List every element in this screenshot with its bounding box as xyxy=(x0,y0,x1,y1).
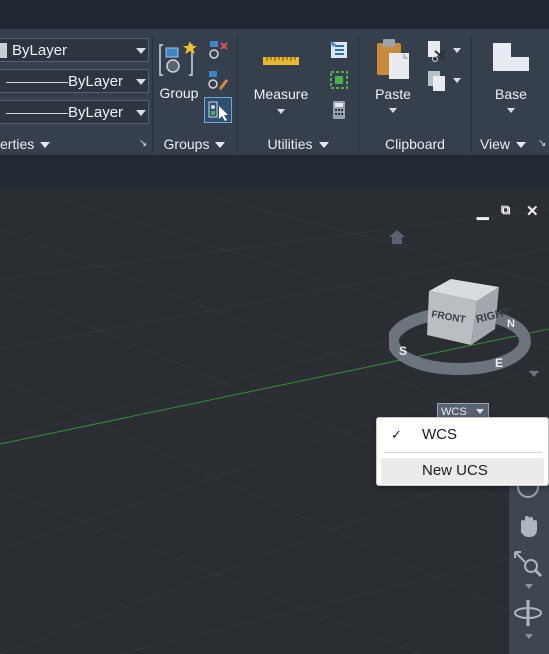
ucs-dropdown-menu: ✓ WCS New UCS xyxy=(376,417,549,486)
orbit-icon[interactable] xyxy=(511,596,545,630)
groups-panel: Group Groups xyxy=(153,29,236,155)
chevron-down-icon xyxy=(136,110,146,116)
chevron-down-icon xyxy=(507,108,515,113)
group-selection-toggle[interactable] xyxy=(204,97,232,123)
menu-item-wcs[interactable]: ✓ WCS xyxy=(381,422,544,448)
pan-icon[interactable] xyxy=(513,510,543,540)
menu-divider xyxy=(384,452,542,453)
navigation-bar xyxy=(509,474,549,654)
dialog-launcher-icon[interactable]: ↘ xyxy=(139,138,147,149)
cut-icon xyxy=(428,41,446,62)
base-label: Base xyxy=(495,86,527,102)
chevron-down-icon[interactable] xyxy=(525,634,533,639)
paste-label: Paste xyxy=(375,86,411,102)
select-all-button[interactable] xyxy=(328,69,350,91)
linetype-dropdown[interactable]: ByLayer xyxy=(0,69,149,93)
utilities-title-text: Utilities xyxy=(267,136,313,152)
group-button[interactable]: Group xyxy=(155,37,203,107)
group-label: Group xyxy=(159,85,199,101)
menu-item-label: WCS xyxy=(422,426,457,443)
base-view-icon xyxy=(493,43,529,71)
view-panel-title[interactable]: View xyxy=(472,133,534,155)
utilities-panel: Measure Utilities xyxy=(238,29,358,155)
paste-icon xyxy=(377,39,409,79)
home-icon[interactable] xyxy=(388,229,406,245)
clipboard-panel: Paste Clipboard xyxy=(359,29,471,155)
viewcube-menu-icon[interactable] xyxy=(527,369,541,379)
clipboard-panel-title[interactable]: Clipboard xyxy=(359,133,471,155)
properties-panel: ByLayer ByLayer ByLayer erties ↘ xyxy=(0,29,152,155)
copy-icon xyxy=(428,71,445,91)
copy-button[interactable] xyxy=(425,69,461,93)
calculator-button[interactable] xyxy=(328,99,350,121)
view-panel: Base View ↘ xyxy=(472,29,549,155)
list-icon xyxy=(330,41,347,58)
groups-panel-title[interactable]: Groups xyxy=(153,133,236,155)
ungroup-icon xyxy=(209,41,228,59)
utilities-panel-title[interactable]: Utilities xyxy=(238,133,358,155)
chevron-down-icon xyxy=(215,142,226,149)
paste-button[interactable]: Paste xyxy=(369,35,417,121)
lineweight-preview xyxy=(6,113,68,114)
close-button[interactable]: ✕ xyxy=(526,202,539,220)
clipboard-title-text: Clipboard xyxy=(385,136,445,152)
measure-icon xyxy=(263,57,299,65)
base-view-button[interactable]: Base xyxy=(484,39,538,121)
measure-label: Measure xyxy=(253,86,309,102)
color-dropdown[interactable]: ByLayer xyxy=(0,38,149,62)
restore-button[interactable]: ⧉ xyxy=(501,202,510,218)
select-all-icon xyxy=(330,71,348,89)
chevron-down-icon[interactable] xyxy=(525,584,533,589)
quick-properties-button[interactable] xyxy=(328,39,350,61)
groups-title-text: Groups xyxy=(163,136,210,152)
ungroup-button[interactable] xyxy=(207,39,229,61)
color-swatch xyxy=(0,43,7,58)
zoom-icon[interactable] xyxy=(511,548,545,578)
calculator-icon xyxy=(333,101,345,119)
chevron-down-icon xyxy=(476,409,484,414)
lineweight-dropdown[interactable]: ByLayer xyxy=(0,100,149,124)
group-icon xyxy=(159,41,197,76)
chevron-down-icon xyxy=(453,78,461,83)
chevron-down-icon xyxy=(453,48,461,53)
minimize-button[interactable]: ▁ xyxy=(477,202,489,220)
title-strip xyxy=(0,0,549,29)
chevron-down-icon xyxy=(277,109,285,114)
color-value: ByLayer xyxy=(12,42,68,59)
dialog-launcher-icon[interactable]: ↘ xyxy=(538,138,546,149)
chevron-down-icon xyxy=(136,79,146,85)
chevron-down-icon xyxy=(389,108,397,113)
linetype-preview xyxy=(6,82,68,83)
chevron-down-icon xyxy=(136,48,146,54)
group-selection-icon xyxy=(208,101,228,121)
viewcube[interactable]: FRONT RIGHT S E N xyxy=(389,273,549,393)
linetype-value: ByLayer xyxy=(68,73,124,90)
properties-title-text: erties xyxy=(0,136,35,152)
properties-panel-title[interactable]: erties xyxy=(0,133,52,155)
view-title-text: View xyxy=(479,136,511,152)
chevron-down-icon xyxy=(40,142,51,149)
measure-button[interactable]: Measure xyxy=(248,41,314,121)
compass-east-label: E xyxy=(495,356,503,370)
chevron-down-icon xyxy=(318,142,329,149)
chevron-down-icon xyxy=(516,142,527,149)
tab-bar xyxy=(0,155,549,189)
ribbon: ByLayer ByLayer ByLayer erties ↘ Group G… xyxy=(0,29,549,155)
compass-north-label: N xyxy=(507,318,515,330)
cut-button[interactable] xyxy=(425,39,461,63)
lineweight-value: ByLayer xyxy=(68,104,124,121)
compass-south-label: S xyxy=(399,344,407,358)
menu-item-new-ucs[interactable]: New UCS xyxy=(381,458,544,484)
group-edit-icon xyxy=(208,71,228,90)
checkmark-icon: ✓ xyxy=(391,427,402,442)
group-edit-button[interactable] xyxy=(207,69,229,91)
menu-item-label: New UCS xyxy=(422,462,488,479)
